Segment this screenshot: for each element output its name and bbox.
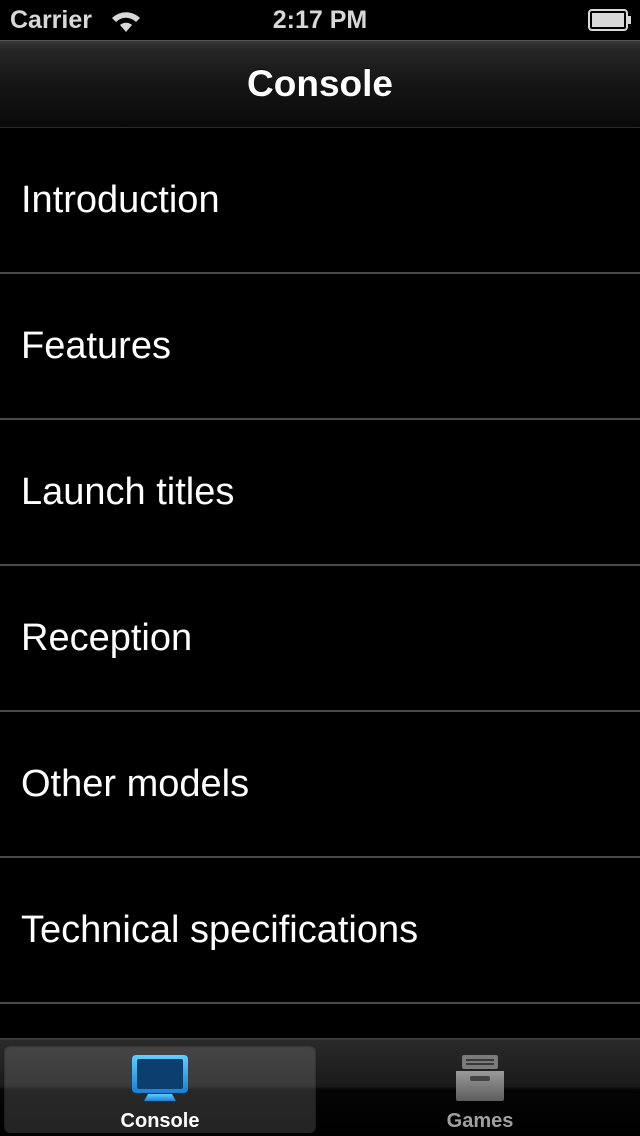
list-item-label: Launch titles <box>21 471 235 513</box>
list-item-features[interactable]: Features <box>0 274 640 420</box>
menu-list: Introduction Features Launch titles Rece… <box>0 128 640 1040</box>
list-item-label: Introduction <box>21 179 220 221</box>
navigation-bar: Console <box>0 40 640 128</box>
list-item-introduction[interactable]: Introduction <box>0 128 640 274</box>
tv-screen-icon <box>132 1055 188 1101</box>
tab-label: Games <box>446 1110 514 1132</box>
list-item-label: Technical specifications <box>21 909 419 951</box>
list-item-reception[interactable]: Reception <box>0 566 640 712</box>
tab-bar: Console Games <box>0 1038 640 1136</box>
tab-console[interactable]: Console <box>4 1045 316 1133</box>
tab-label: Console <box>120 1110 200 1132</box>
page-title: Console <box>247 63 393 104</box>
tab-games[interactable]: Games <box>324 1045 636 1133</box>
list-item-launch-titles[interactable]: Launch titles <box>0 420 640 566</box>
list-item-other-models[interactable]: Other models <box>0 712 640 858</box>
battery-icon <box>588 9 631 31</box>
clock: 2:17 PM <box>272 6 368 34</box>
list-item-label: Reception <box>21 617 193 659</box>
status-bar: Carrier 2:17 PM <box>0 0 640 40</box>
list-item-partial[interactable] <box>0 1004 640 1040</box>
list-item-technical-specifications[interactable]: Technical specifications <box>0 858 640 1004</box>
archive-box-icon <box>456 1055 504 1101</box>
list-item-label: Features <box>21 325 171 367</box>
list-item-label: Other models <box>21 763 250 805</box>
